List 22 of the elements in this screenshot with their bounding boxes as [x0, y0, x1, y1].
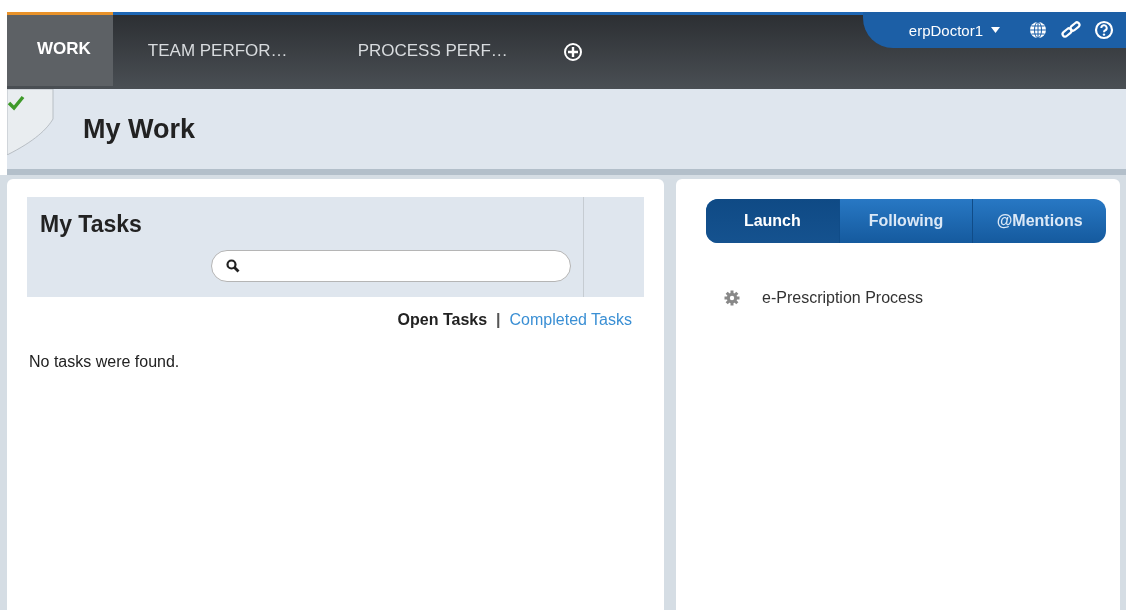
nav-tab[interactable]: PROCESS PERF… — [322, 15, 543, 86]
link-icon[interactable] — [1060, 20, 1082, 40]
globe-icon[interactable] — [1028, 20, 1048, 40]
process-link[interactable]: e-Prescription Process — [762, 289, 923, 307]
panel-title: My Tasks — [40, 211, 143, 238]
user-menu[interactable]: erpDoctor1 — [902, 20, 1006, 40]
filter-link[interactable]: Completed Tasks — [509, 311, 632, 329]
empty-message: No tasks were found. — [29, 353, 181, 371]
gear-icon — [724, 290, 740, 306]
page-title: My Work — [83, 113, 196, 145]
nav-tab[interactable]: TEAM PERFOR… — [112, 15, 323, 86]
caret-icon — [991, 27, 1000, 33]
search-icon — [226, 259, 240, 273]
segment-tab[interactable]: @Mentions — [972, 199, 1106, 243]
help-icon[interactable] — [1094, 20, 1114, 40]
add-tab-icon[interactable] — [562, 42, 583, 62]
filter-link[interactable]: Open Tasks — [397, 311, 488, 329]
nav-tab[interactable]: WORK — [7, 12, 113, 86]
separator: | — [496, 311, 501, 329]
search-field[interactable] — [211, 250, 571, 282]
segment-tab[interactable]: Following — [838, 199, 973, 243]
segment-tab[interactable]: Launch — [706, 199, 839, 243]
